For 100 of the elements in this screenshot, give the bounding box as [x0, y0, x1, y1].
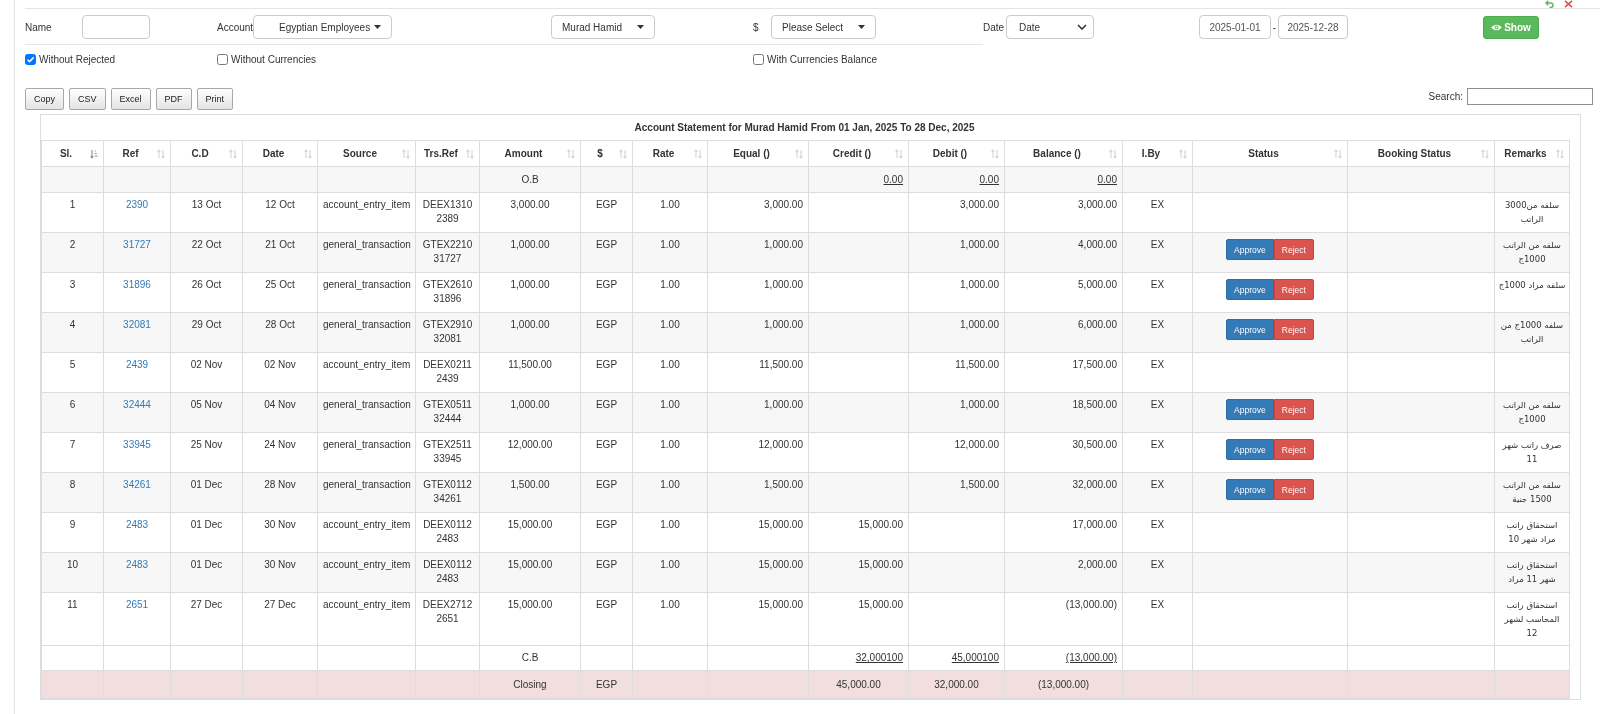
column-header[interactable]: Debit ()	[908, 140, 1005, 167]
table-cell: general_transaction	[317, 472, 416, 513]
table-cell: GTEX291032081	[415, 312, 480, 353]
table-cell: EX	[1122, 552, 1193, 593]
table-cell: 17,500.00	[1004, 352, 1123, 393]
column-header[interactable]: C.D	[170, 140, 243, 167]
column-header[interactable]: I.By	[1122, 140, 1193, 167]
date-type-select[interactable]: Date	[1006, 15, 1094, 39]
table-cell: DEEX27122651	[415, 592, 480, 646]
table-cell: 30 Nov	[242, 512, 318, 553]
column-header[interactable]: Date	[242, 140, 318, 167]
checkbox[interactable]	[25, 53, 36, 65]
ref-link[interactable]: 31727	[123, 239, 151, 250]
table-cell: 7	[41, 432, 104, 473]
approve-button[interactable]: Approve	[1226, 319, 1274, 340]
export-button[interactable]: Print	[196, 88, 234, 110]
export-button[interactable]: Copy	[25, 88, 64, 110]
export-button[interactable]: PDF	[155, 88, 192, 110]
checkbox-label[interactable]: With Currencies Balance	[767, 53, 878, 65]
table-cell: سلفه مراد 1000ج	[1494, 272, 1570, 313]
employee-dropdown[interactable]: Murad Hamid	[551, 15, 655, 39]
table-cell: EGP	[580, 232, 633, 273]
account-dropdown[interactable]: Egyptian Employees	[253, 15, 392, 39]
table-cell: 21 Oct	[242, 232, 318, 273]
reject-button[interactable]: Reject	[1273, 319, 1314, 340]
table-cell: 22 Oct	[170, 232, 243, 273]
table-cell: 28 Oct	[242, 312, 318, 353]
table-cell: 1,500.00	[479, 472, 581, 513]
table-cell: EGP	[580, 352, 633, 393]
ref-link[interactable]: 2483	[125, 559, 149, 570]
checkbox-label[interactable]: Without Currencies	[231, 53, 317, 65]
column-header[interactable]: Rate	[632, 140, 708, 167]
table-cell: 25 Oct	[242, 272, 318, 313]
ref-link[interactable]: 31896	[123, 279, 151, 290]
ref-link[interactable]: 2439	[125, 359, 149, 370]
table-cell: 11,500.00	[479, 352, 581, 393]
column-header[interactable]: Source	[317, 140, 416, 167]
column-header[interactable]: Equal ()	[707, 140, 809, 167]
checkbox[interactable]	[217, 53, 228, 65]
table-cell: استحقاق راتب المحاسب لشهر 12	[1494, 592, 1570, 646]
table-cell: 1.00	[632, 192, 708, 233]
table-cell: 0.00	[908, 166, 1005, 193]
ref-link[interactable]: 34261	[123, 479, 151, 490]
table-cell: 15,000.00	[808, 552, 909, 593]
column-header[interactable]: Amount	[479, 140, 581, 167]
approve-button[interactable]: Approve	[1226, 399, 1274, 420]
column-header[interactable]: Ref	[103, 140, 171, 167]
table-cell: EX	[1122, 512, 1193, 553]
ref-link[interactable]: 33945	[123, 439, 151, 450]
table-cell: GTEX011234261	[415, 472, 480, 513]
column-header[interactable]: Status	[1192, 140, 1348, 167]
table-cell: 1,500.00	[908, 472, 1005, 513]
table-cell: EX	[1122, 432, 1193, 473]
column-header[interactable]: Booking Status	[1347, 140, 1495, 167]
reject-button[interactable]: Reject	[1273, 239, 1314, 260]
ref-link[interactable]: 2651	[125, 599, 149, 610]
name-field[interactable]	[82, 15, 150, 39]
approve-button[interactable]: Approve	[1226, 279, 1274, 300]
ref-link[interactable]: 2390	[125, 199, 149, 210]
approve-button[interactable]: Approve	[1226, 239, 1274, 260]
close-icon[interactable]	[1564, 0, 1573, 8]
table-cell: 04 Nov	[242, 392, 318, 433]
table-cell: 1.00	[632, 552, 708, 593]
ref-link[interactable]: 32081	[123, 319, 151, 330]
table-cell: EX	[1122, 272, 1193, 313]
table-cell: 1.00	[632, 312, 708, 353]
table-cell: O.B	[479, 166, 581, 193]
table-cell: 1.00	[632, 392, 708, 433]
reject-button[interactable]: Reject	[1273, 479, 1314, 500]
column-header[interactable]: $	[580, 140, 633, 167]
checkbox[interactable]	[753, 53, 764, 65]
column-header[interactable]: Credit ()	[808, 140, 909, 167]
caret-icon	[637, 25, 644, 29]
reject-button[interactable]: Reject	[1273, 279, 1314, 300]
column-header[interactable]: Remarks	[1494, 140, 1570, 167]
table-cell: (13,000.00)	[1004, 645, 1123, 671]
table-cell: general_transaction	[317, 432, 416, 473]
reject-button[interactable]: Reject	[1273, 399, 1314, 420]
table-cell: 1.00	[632, 272, 708, 313]
eye-icon	[1491, 23, 1503, 31]
ref-link[interactable]: 2483	[125, 519, 149, 530]
column-header[interactable]: Balance ()	[1004, 140, 1123, 167]
date-field[interactable]: 2025-12-28	[1278, 15, 1348, 39]
table-cell: EGP	[580, 512, 633, 553]
currency-dropdown[interactable]: Please Select	[771, 15, 876, 39]
approve-button[interactable]: Approve	[1226, 439, 1274, 460]
table-cell: 01 Dec	[170, 552, 243, 593]
search-field[interactable]	[1467, 88, 1593, 105]
ref-link[interactable]: 32444	[123, 399, 151, 410]
export-button[interactable]: CSV	[69, 88, 106, 110]
column-header[interactable]: Sl.	[41, 140, 104, 167]
column-header[interactable]: Trs.Ref	[415, 140, 480, 167]
date-field[interactable]: 2025-01-01	[1199, 15, 1271, 39]
approve-button[interactable]: Approve	[1226, 479, 1274, 500]
export-button[interactable]: Excel	[110, 88, 151, 110]
table-cell: 1,000.00	[479, 312, 581, 353]
undo-icon[interactable]	[1545, 0, 1555, 8]
reject-button[interactable]: Reject	[1273, 439, 1314, 460]
checkbox-label[interactable]: Without Rejected	[39, 53, 116, 65]
table-cell: 26 Oct	[170, 272, 243, 313]
